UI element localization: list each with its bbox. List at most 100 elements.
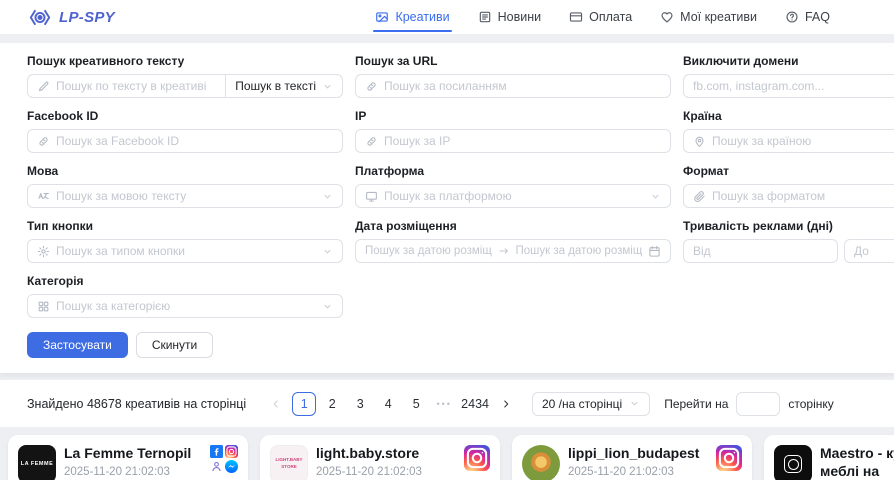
messenger-icon[interactable] bbox=[225, 460, 238, 473]
instagram-icon[interactable] bbox=[464, 445, 490, 471]
field-label: Виключити домени bbox=[683, 54, 894, 68]
nav-item-payment[interactable]: Оплата bbox=[555, 0, 646, 34]
duration-from-input[interactable] bbox=[683, 239, 838, 263]
field-label: Пошук за URL bbox=[355, 54, 671, 68]
text-search-mode-select[interactable]: Пошук в тексті bbox=[225, 74, 343, 98]
image-icon bbox=[375, 10, 389, 24]
format-field[interactable] bbox=[712, 189, 894, 203]
platform-select[interactable] bbox=[355, 184, 671, 208]
category-grid-icon bbox=[37, 300, 50, 313]
card-date: 2025-11-20 21:02:03 bbox=[568, 466, 706, 478]
filter-button-type-field: Тип кнопки bbox=[27, 219, 343, 263]
avatar: LA FEMME bbox=[18, 445, 56, 480]
button-type-select[interactable] bbox=[27, 239, 343, 263]
field-label: Платформа bbox=[355, 164, 671, 178]
instagram-icon[interactable] bbox=[225, 445, 238, 458]
ip-field[interactable] bbox=[384, 134, 661, 148]
next-page-button[interactable] bbox=[494, 392, 518, 416]
paperclip-icon bbox=[693, 190, 706, 203]
page-size-select[interactable]: 20 /на сторінці bbox=[532, 392, 650, 416]
creative-card[interactable]: Maestro - кухні, меблі на замовлення в У… bbox=[764, 435, 894, 480]
card-title[interactable]: La Femme Ternopil bbox=[64, 445, 202, 463]
date-from-field[interactable] bbox=[365, 245, 492, 257]
page-button-2434[interactable]: 2434 bbox=[460, 392, 490, 416]
duration-from-field[interactable] bbox=[693, 244, 828, 258]
filter-facebook-id-field: Facebook ID bbox=[27, 109, 343, 153]
facebook-id-input[interactable] bbox=[27, 129, 343, 153]
person-icon[interactable] bbox=[210, 460, 223, 473]
card-networks bbox=[714, 445, 742, 480]
country-select[interactable] bbox=[683, 129, 894, 153]
filter-category-field: Категорія bbox=[27, 274, 343, 318]
chevron-down-icon bbox=[322, 246, 333, 257]
faq-icon bbox=[785, 10, 799, 24]
page-button-2[interactable]: 2 bbox=[320, 392, 344, 416]
card-title[interactable]: Maestro - кухні, меблі на замовлення в У… bbox=[820, 445, 894, 480]
page-button-1[interactable]: 1 bbox=[292, 392, 316, 416]
exclude-domains-field[interactable] bbox=[693, 79, 894, 93]
instagram-icon[interactable] bbox=[716, 445, 742, 471]
card-title[interactable]: light.baby.store bbox=[316, 445, 454, 463]
page-button-5[interactable]: 5 bbox=[404, 392, 428, 416]
date-range-picker[interactable] bbox=[355, 239, 671, 263]
page-size-value: 20 /на сторінці bbox=[542, 397, 622, 411]
language-select[interactable] bbox=[27, 184, 343, 208]
card-date: 2025-11-20 21:02:03 bbox=[64, 466, 202, 478]
category-select[interactable] bbox=[27, 294, 343, 318]
pages-ellipsis[interactable]: ••• bbox=[432, 392, 456, 416]
filter-platform-field: Платформа bbox=[355, 164, 671, 208]
category-field[interactable] bbox=[56, 299, 316, 313]
duration-to-field[interactable] bbox=[854, 244, 894, 258]
card-networks bbox=[210, 445, 238, 480]
creative-card[interactable]: LIGHT.BABY STORE light.baby.store 2025-1… bbox=[260, 435, 500, 480]
format-select[interactable] bbox=[683, 184, 894, 208]
goto-suffix: сторінку bbox=[788, 397, 833, 411]
filters-panel: Пошук креативного тексту Пошук в тексті … bbox=[0, 43, 894, 373]
calendar-icon bbox=[648, 245, 661, 258]
exclude-domains-input[interactable] bbox=[683, 74, 894, 98]
card-title[interactable]: lippi_lion_budapest bbox=[568, 445, 706, 463]
nav-item-faq[interactable]: FAQ bbox=[771, 0, 844, 34]
facebook-id-field[interactable] bbox=[56, 134, 333, 148]
chevron-down-icon bbox=[322, 191, 333, 202]
main-nav: Креативи Новини Оплата Мої креативи FAQ bbox=[361, 0, 844, 34]
avatar bbox=[522, 445, 560, 480]
page-button-3[interactable]: 3 bbox=[348, 392, 372, 416]
creative-text-input[interactable] bbox=[27, 74, 226, 98]
logo[interactable]: LP-SPY bbox=[28, 7, 115, 28]
url-input[interactable] bbox=[355, 74, 671, 98]
page-button-4[interactable]: 4 bbox=[376, 392, 400, 416]
reset-button[interactable]: Скинути bbox=[136, 332, 213, 358]
facebook-icon[interactable] bbox=[210, 445, 223, 458]
platform-field[interactable] bbox=[384, 189, 644, 203]
language-field[interactable] bbox=[56, 189, 316, 203]
country-field[interactable] bbox=[712, 134, 894, 148]
chevron-down-icon bbox=[629, 398, 640, 409]
filter-country-field: Країна bbox=[683, 109, 894, 153]
goto-page-input[interactable] bbox=[736, 392, 780, 416]
button-type-field[interactable] bbox=[56, 244, 316, 258]
platform-icon bbox=[365, 190, 378, 203]
nav-item-creatives[interactable]: Креативи bbox=[361, 0, 463, 34]
page-content: Пошук креативного тексту Пошук в тексті … bbox=[0, 43, 894, 480]
creative-card[interactable]: LA FEMME La Femme Ternopil 2025-11-20 21… bbox=[8, 435, 248, 480]
avatar bbox=[774, 445, 812, 480]
url-field[interactable] bbox=[384, 79, 661, 93]
creative-card[interactable]: lippi_lion_budapest 2025-11-20 21:02:03 … bbox=[512, 435, 752, 480]
filter-exclude-domains-field: Виключити домени bbox=[683, 54, 894, 98]
ip-input[interactable] bbox=[355, 129, 671, 153]
apply-button[interactable]: Застосувати bbox=[27, 332, 128, 358]
logo-text: LP-SPY bbox=[59, 9, 115, 26]
nav-item-label: Мої креативи bbox=[680, 10, 757, 24]
nav-item-my-creatives[interactable]: Мої креативи bbox=[646, 0, 771, 34]
creative-text-field[interactable] bbox=[56, 79, 216, 93]
nav-item-label: Новини bbox=[498, 10, 542, 24]
arrow-right-icon bbox=[498, 245, 510, 257]
filter-placement-date-field: Дата розміщення bbox=[355, 219, 671, 263]
prev-page-button[interactable] bbox=[264, 392, 288, 416]
nav-item-news[interactable]: Новини bbox=[464, 0, 556, 34]
date-to-field[interactable] bbox=[516, 245, 643, 257]
field-label: IP bbox=[355, 109, 671, 123]
duration-to-input[interactable] bbox=[844, 239, 894, 263]
filter-creative-text-field: Пошук креативного тексту Пошук в тексті bbox=[27, 54, 343, 98]
